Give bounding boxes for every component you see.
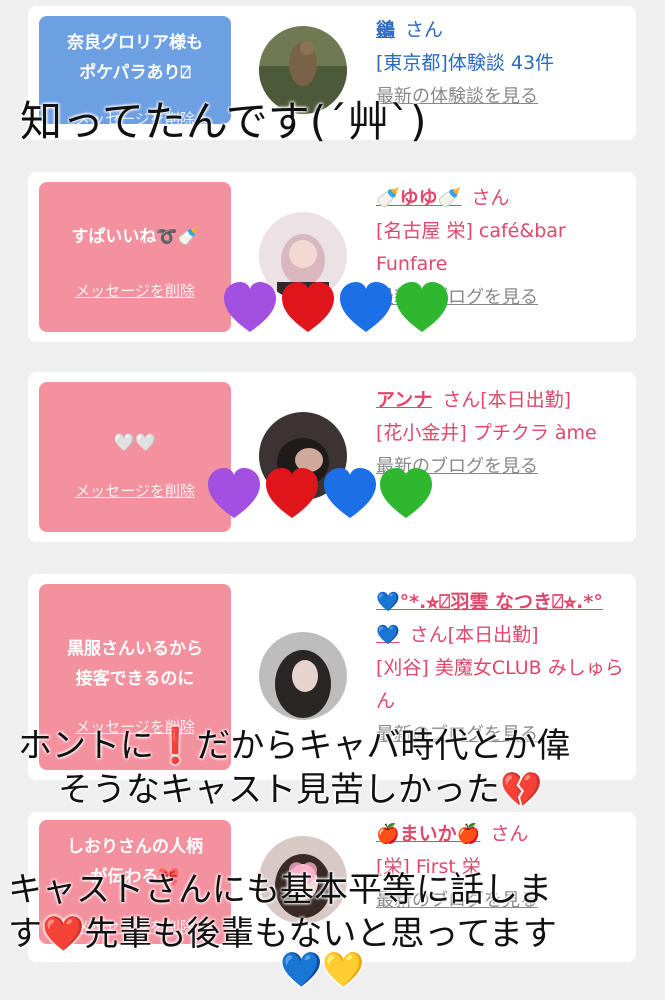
avatar[interactable]	[259, 632, 347, 720]
shop-info[interactable]: [東京都]体験談 43件	[376, 47, 626, 80]
purple-heart-icon	[224, 282, 276, 332]
san-label: さん	[471, 187, 510, 209]
hearts-icon-group	[208, 468, 432, 518]
cast-name-link[interactable]: 鶲	[376, 19, 395, 41]
red-heart-icon	[282, 282, 334, 332]
caption-middle-2: そうなキャスト見苦しかった💔	[58, 770, 543, 810]
message-text: 🤍🤍	[113, 433, 157, 453]
message-text: 奈良グロリア様も ポケパラあり⍁	[67, 33, 203, 83]
caption-middle-1: ホントに❗️だからキャバ時代とか偉	[18, 726, 571, 766]
caption-bottom-1: キャストさんにも基本平等に話しま	[8, 870, 552, 910]
red-heart-icon	[266, 468, 318, 518]
san-label: さん[本日出勤]	[442, 389, 572, 411]
cast-name-link[interactable]: 🍼ゆゆ🍼	[376, 187, 461, 209]
message-bubble: すぱいいね➰🍼 メッセージを削除	[39, 182, 231, 332]
delete-message-link[interactable]: メッセージを削除	[39, 280, 231, 301]
caption-top: 知ってたんです(´艸`)	[20, 97, 427, 146]
hearts-row-2	[206, 466, 446, 526]
shop-info[interactable]: [名古屋 栄] café&bar Funfare	[376, 215, 626, 281]
san-label: さん[本日出勤]	[409, 624, 539, 646]
caption-bottom-3: 💙💛	[280, 950, 365, 990]
purple-heart-icon	[208, 468, 260, 518]
blue-heart-icon	[324, 468, 376, 518]
green-heart-icon	[396, 282, 448, 332]
san-label: さん	[405, 19, 444, 41]
shop-info[interactable]: [刈谷] 美魔女CLUB みしゅらん	[376, 652, 626, 718]
cast-name-link[interactable]: アンナ	[376, 389, 432, 411]
caption-bottom-2: す❤️先輩も後輩もないと思ってます	[8, 914, 557, 954]
message-text: すぱいいね➰🍼	[71, 227, 199, 247]
green-heart-icon	[380, 468, 432, 518]
delete-message-link[interactable]: メッセージを削除	[39, 480, 231, 501]
message-text: 黒服さんいるから 接客できるのに	[67, 639, 203, 689]
shop-info[interactable]: [花小金井] プチクラ àme	[376, 417, 626, 450]
hearts-icon-group	[224, 282, 448, 332]
san-label: さん	[490, 823, 529, 845]
message-bubble: 🤍🤍 メッセージを削除	[39, 382, 231, 532]
avatar-image	[259, 632, 347, 720]
cast-name-link[interactable]: 🍎まいか🍎	[376, 823, 480, 845]
blue-heart-icon	[340, 282, 392, 332]
hearts-row-1	[222, 280, 462, 340]
